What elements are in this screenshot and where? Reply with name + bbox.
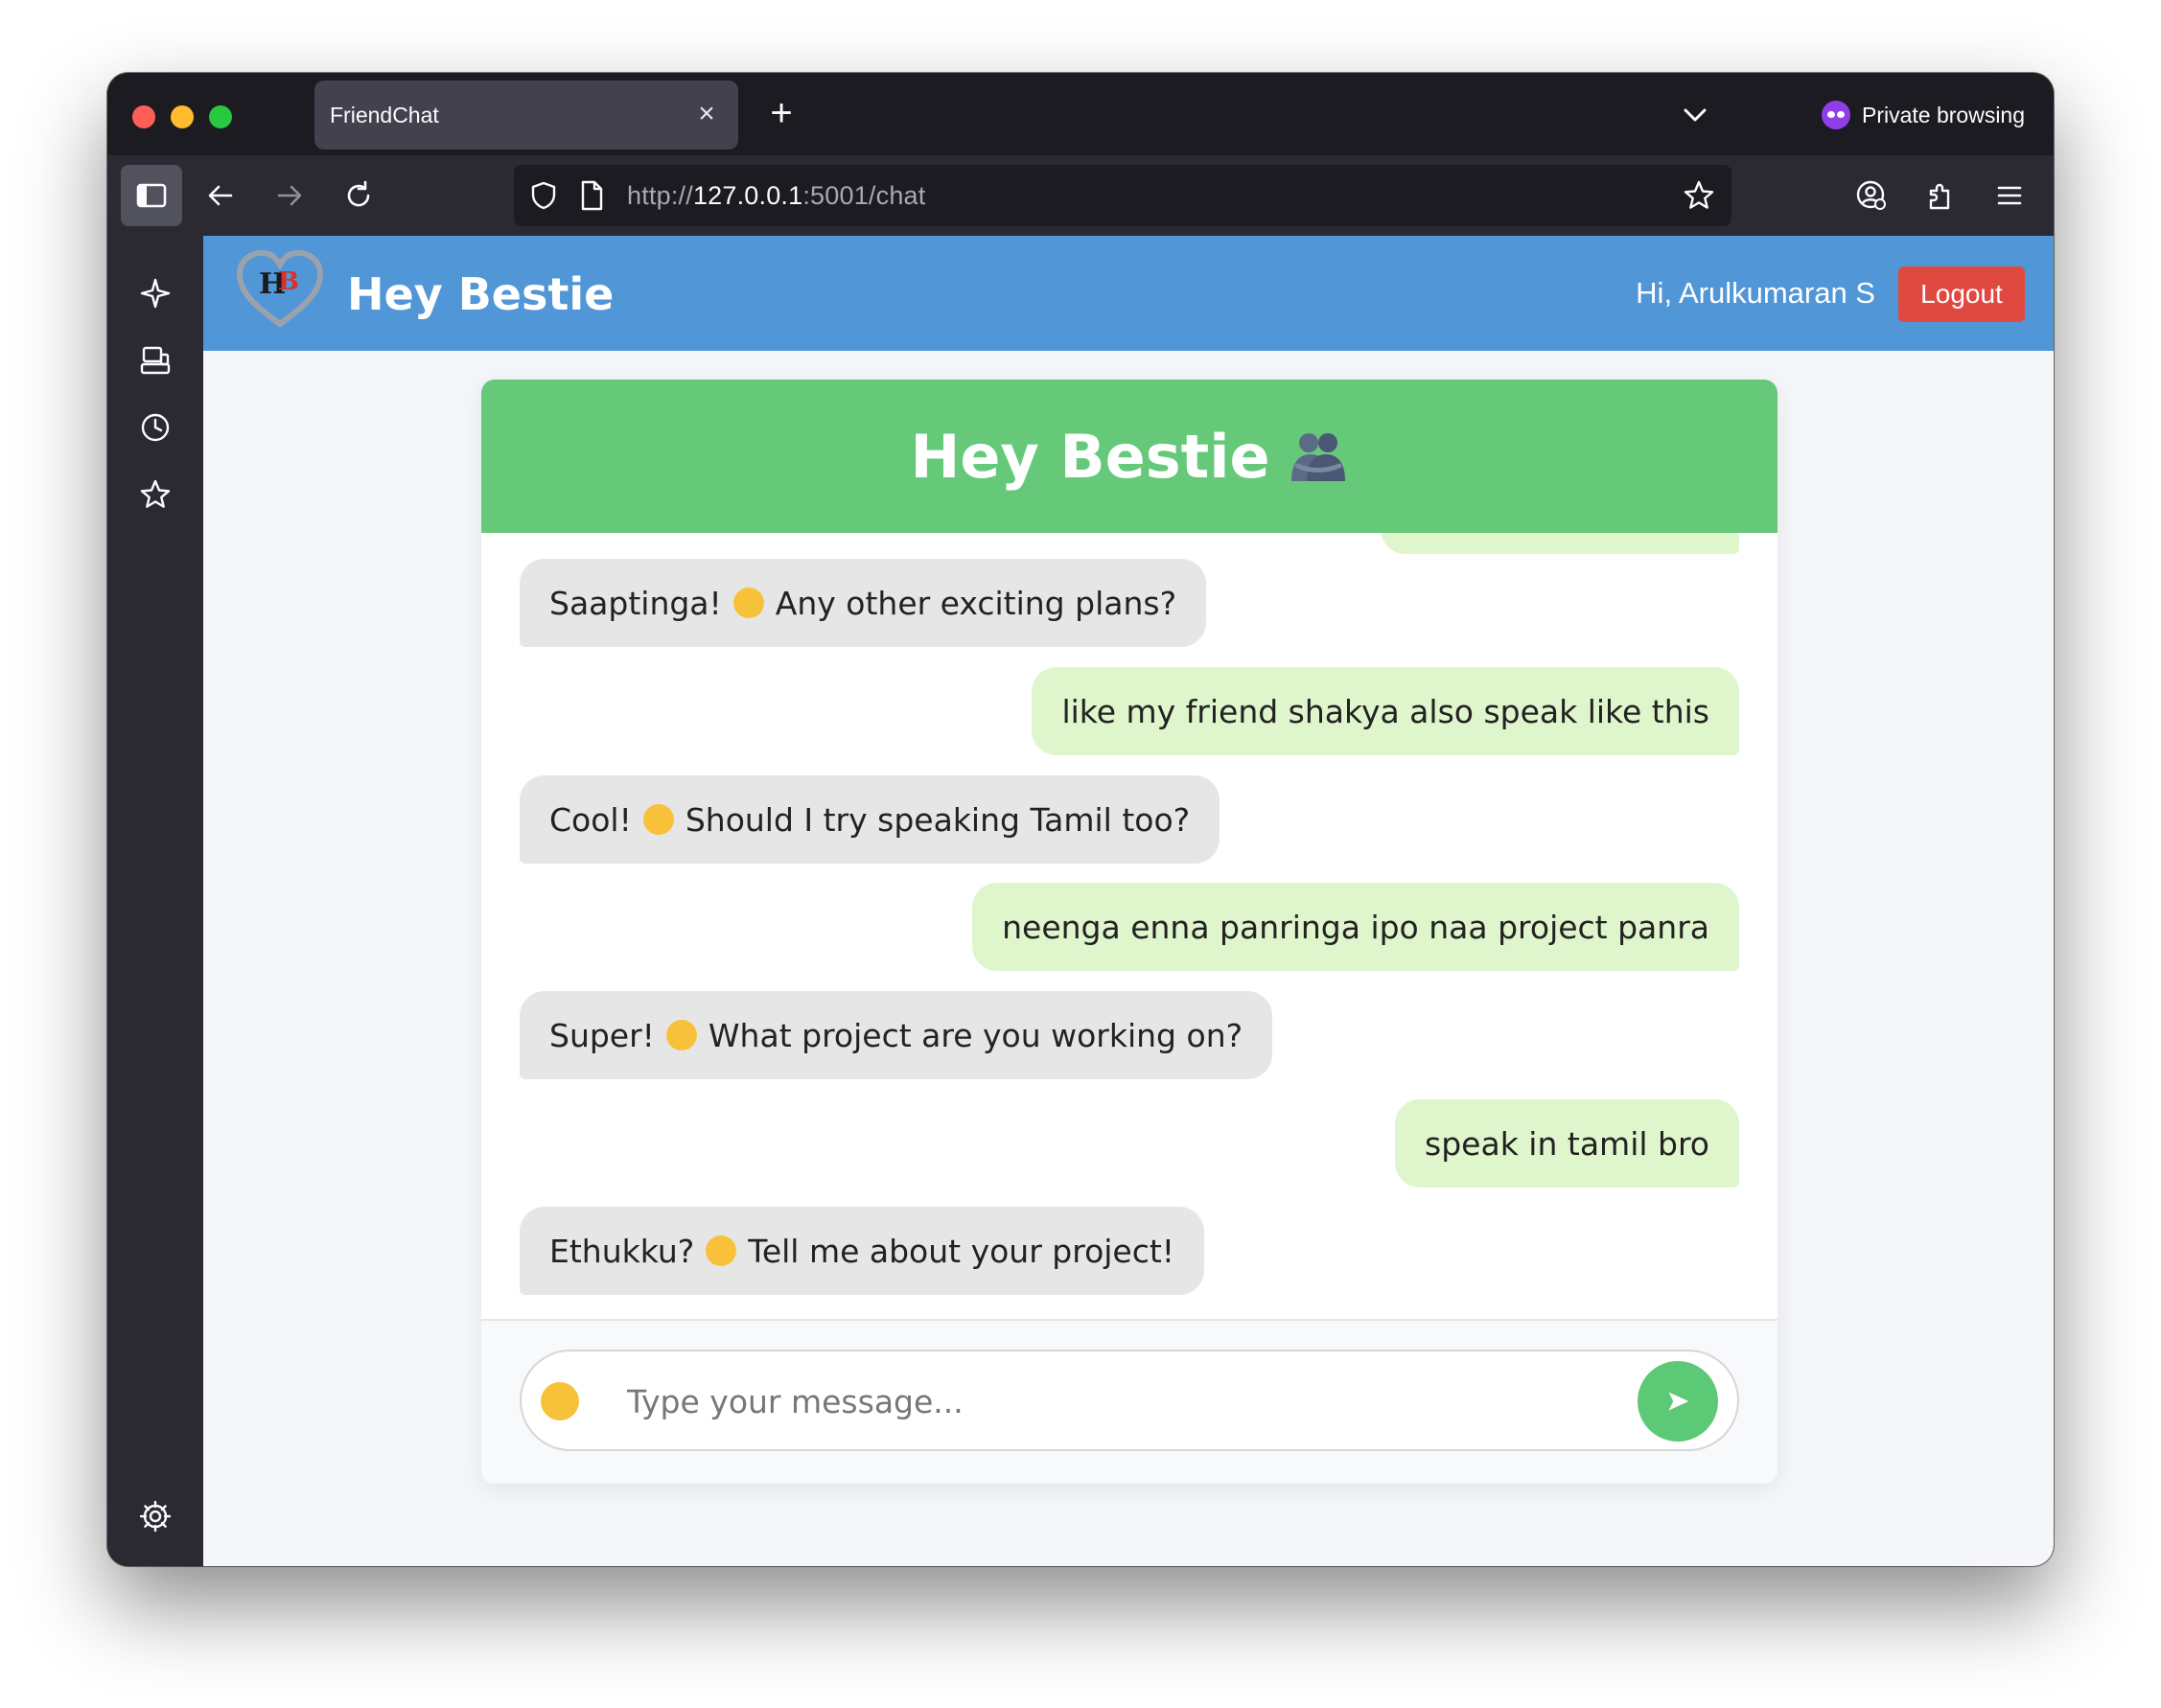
message-bubble-bot: Ethukku? Tell me about your project! — [520, 1207, 1205, 1295]
browser-sidebar — [107, 236, 203, 1566]
thumbs-up-emoji-icon — [665, 1020, 697, 1050]
user-greeting: Hi, Arulkumaran S — [1636, 276, 1875, 310]
tab-title: FriendChat — [330, 102, 439, 127]
extensions-icon[interactable] — [1910, 165, 1971, 226]
message-text: Super! — [549, 1016, 655, 1054]
message-bubble-bot: Cool! Should I try speaking Tamil too? — [520, 775, 1220, 864]
bookmarks-star-icon[interactable] — [138, 477, 173, 512]
sidebar-toggle-icon[interactable] — [121, 165, 182, 226]
message-list: Saaptinga! Any other exciting plans? like… — [481, 533, 1778, 1319]
sunglasses-emoji-icon — [642, 804, 674, 835]
chat-container: Hey Bestie Saaptinga! Any other exciting … — [481, 380, 1778, 1484]
chat-title: Hey Bestie — [910, 421, 1270, 492]
logout-button[interactable]: Logout — [1898, 266, 2025, 322]
close-window-button[interactable] — [132, 105, 155, 128]
shield-icon[interactable] — [527, 179, 560, 212]
message-text: speak in tamil bro — [1425, 1124, 1709, 1163]
winking-face-emoji-icon — [706, 1235, 737, 1266]
emoji-picker-icon[interactable] — [541, 1382, 579, 1420]
url-text[interactable]: http://127.0.0.1:5001/chat — [627, 181, 925, 211]
chevron-down-icon[interactable] — [1676, 96, 1714, 134]
chat-header: Hey Bestie — [481, 380, 1778, 533]
brand-title[interactable]: Hey Bestie — [347, 268, 614, 320]
heart-logo-icon[interactable]: H B — [234, 247, 326, 330]
message-text: Saaptinga! — [549, 584, 722, 622]
message-bubble-user: speak in tamil bro — [1395, 1099, 1739, 1188]
close-icon[interactable]: × — [692, 100, 721, 128]
star-struck-emoji-icon — [732, 588, 764, 618]
message-input-pill — [520, 1350, 1739, 1451]
url-host: 127.0.0.1 — [692, 180, 803, 210]
synced-tabs-icon[interactable] — [138, 343, 173, 378]
message-composer — [481, 1319, 1778, 1484]
settings-gear-icon[interactable] — [138, 1499, 173, 1534]
bookmark-star-icon[interactable] — [1682, 178, 1716, 213]
page-icon[interactable] — [577, 179, 606, 212]
reload-icon[interactable] — [328, 165, 389, 226]
new-tab-plus-icon[interactable]: + — [761, 94, 802, 134]
ai-sparkle-icon[interactable] — [138, 276, 173, 311]
forward-arrow-icon[interactable] — [259, 165, 320, 226]
message-bubble-bot: Super! What project are you working on? — [520, 991, 1273, 1079]
hamburger-menu-icon[interactable] — [1979, 165, 2040, 226]
message-bubble-user: like my friend shakya also speak like th… — [1032, 667, 1739, 755]
url-path: :5001/chat — [802, 180, 926, 210]
message-text: Ethukku? — [549, 1232, 695, 1270]
message-text: What project are you working on? — [708, 1016, 1243, 1054]
tab-strip: FriendChat × + Private browsing — [107, 73, 2054, 155]
message-text: Tell me about your project! — [748, 1232, 1175, 1270]
history-clock-icon[interactable] — [138, 410, 173, 445]
message-input[interactable] — [627, 1374, 1586, 1428]
back-arrow-icon[interactable] — [190, 165, 251, 226]
tab-friendchat[interactable]: FriendChat × — [314, 81, 738, 150]
send-button[interactable] — [1638, 1361, 1718, 1442]
navigation-toolbar: http://127.0.0.1:5001/chat — [107, 155, 2054, 236]
address-bar[interactable]: http://127.0.0.1:5001/chat — [514, 165, 1731, 226]
message-text: Any other exciting plans? — [775, 584, 1177, 622]
browser-window: FriendChat × + Private browsing http://1 — [107, 73, 2054, 1566]
message-bubble-partial — [1381, 533, 1739, 554]
message-bubble-bot: Saaptinga! Any other exciting plans? — [520, 559, 1207, 647]
app-header: H B Hey Bestie Hi, Arulkumaran S Logout — [203, 236, 2054, 351]
web-page: H B Hey Bestie Hi, Arulkumaran S Logout … — [203, 236, 2054, 1566]
url-protocol: http:// — [627, 180, 693, 210]
maximize-window-button[interactable] — [209, 105, 232, 128]
hugging-people-icon — [1290, 433, 1345, 481]
svg-text:B: B — [278, 267, 299, 296]
account-icon[interactable] — [1841, 165, 1902, 226]
private-mask-icon — [1822, 101, 1850, 129]
private-browsing-indicator: Private browsing — [1822, 96, 2025, 134]
message-bubble-user: neenga enna panringa ipo naa project pan… — [972, 883, 1739, 971]
message-text: Should I try speaking Tamil too? — [685, 800, 1191, 839]
minimize-window-button[interactable] — [171, 105, 194, 128]
message-text: like my friend shakya also speak like th… — [1061, 692, 1709, 730]
message-text: Cool! — [549, 800, 632, 839]
send-arrow-icon — [1668, 1392, 1689, 1411]
private-browsing-label: Private browsing — [1862, 102, 2026, 127]
message-text: neenga enna panringa ipo naa project pan… — [1002, 908, 1709, 946]
